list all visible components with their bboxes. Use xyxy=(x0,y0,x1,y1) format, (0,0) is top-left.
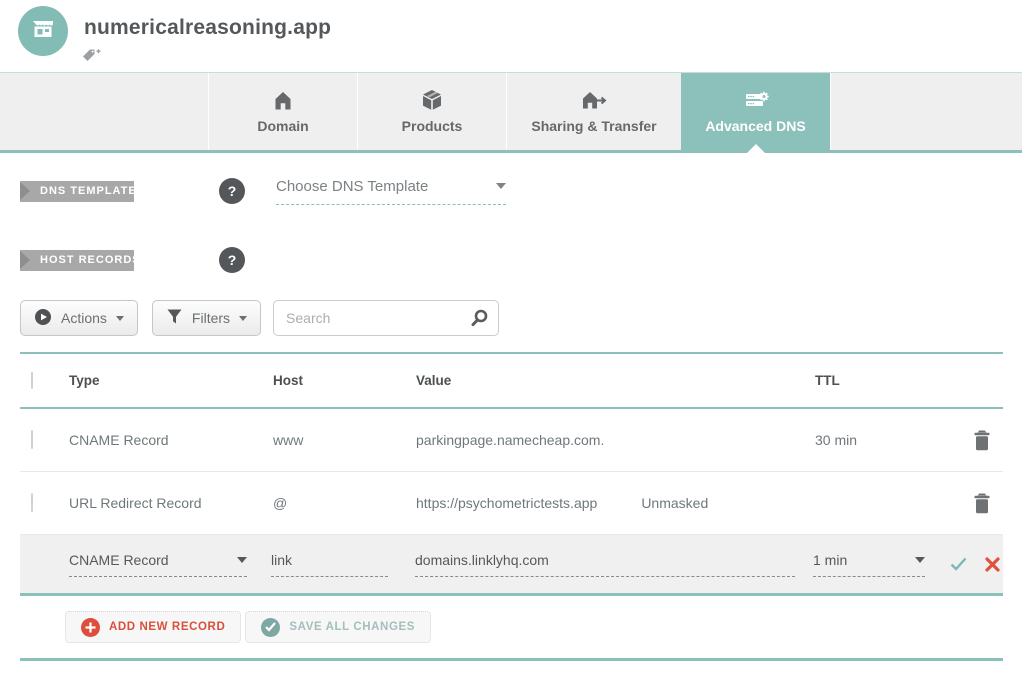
ttl-value: 1 min xyxy=(813,551,848,568)
row-checkbox[interactable] xyxy=(31,493,33,512)
actions-button[interactable]: Actions xyxy=(20,300,138,336)
tab-advanced-dns[interactable]: Advanced DNS xyxy=(681,73,830,153)
transfer-home-icon xyxy=(581,89,607,111)
storefront-icon xyxy=(29,15,57,48)
chevron-down-icon xyxy=(115,315,124,321)
record-type-value: CNAME Record xyxy=(69,551,169,568)
add-new-record-label: ADD NEW RECORD xyxy=(109,621,226,633)
ttl-select[interactable]: 1 min xyxy=(813,552,925,577)
filter-icon xyxy=(166,308,183,328)
actions-label: Actions xyxy=(61,310,107,326)
dns-template-select[interactable]: Choose DNS Template xyxy=(276,178,506,205)
cell-type: URL Redirect Record xyxy=(69,495,202,511)
delete-record-button[interactable] xyxy=(973,429,991,452)
tab-domain[interactable]: Domain xyxy=(208,73,357,150)
row-checkbox[interactable] xyxy=(31,430,33,449)
host-records-table: Type Host Value TTL CNAME Record www par… xyxy=(20,352,1003,596)
cell-value: https://psychometrictests.app xyxy=(416,495,598,511)
column-header-value: Value xyxy=(416,373,452,388)
active-tab-notch xyxy=(746,144,765,153)
content-area: DNS TEMPLATES ? Choose DNS Template HOST… xyxy=(0,176,1022,661)
add-new-record-button[interactable]: ADD NEW RECORD xyxy=(65,611,242,643)
dns-server-icon xyxy=(743,89,769,111)
tab-label: Domain xyxy=(257,118,309,134)
plus-circle-icon xyxy=(81,617,100,637)
tab-spacer xyxy=(0,73,208,150)
column-header-host: Host xyxy=(273,373,303,388)
delete-record-button[interactable] xyxy=(973,492,991,515)
host-records-help-button[interactable]: ? xyxy=(219,247,245,273)
table-row: CNAME Record www parkingpage.namecheap.c… xyxy=(20,409,1003,472)
tab-products[interactable]: Products xyxy=(357,73,506,150)
advanced-dns-page: numericalreasoning.app Domain Products S… xyxy=(0,0,1022,661)
cell-ttl: 30 min xyxy=(815,432,858,448)
record-type-select[interactable]: CNAME Record xyxy=(69,552,247,577)
tab-label: Sharing & Transfer xyxy=(531,118,657,134)
page-title: numericalreasoning.app xyxy=(84,16,332,39)
host-records-toolbar: Actions Filters xyxy=(20,300,1003,336)
dns-templates-section: DNS TEMPLATES ? Choose DNS Template xyxy=(20,176,1003,206)
filters-button[interactable]: Filters xyxy=(151,300,262,336)
save-all-changes-label: SAVE ALL CHANGES xyxy=(289,621,416,633)
chevron-down-icon xyxy=(496,183,506,189)
cell-host: www xyxy=(273,432,304,448)
table-footer: ADD NEW RECORD SAVE ALL CHANGES xyxy=(65,611,1003,643)
avatar xyxy=(18,6,68,56)
search-icon[interactable] xyxy=(470,309,488,327)
dns-templates-ribbon: DNS TEMPLATES xyxy=(20,180,144,202)
domain-header: numericalreasoning.app xyxy=(0,0,1022,72)
add-tag-icon[interactable] xyxy=(82,48,102,66)
tab-label: Advanced DNS xyxy=(705,118,806,134)
value-field[interactable] xyxy=(415,551,795,577)
column-header-ttl: TTL xyxy=(815,373,840,388)
host-input[interactable] xyxy=(271,551,388,568)
cell-type: CNAME Record xyxy=(69,432,169,448)
host-field[interactable] xyxy=(271,551,388,577)
home-icon xyxy=(272,89,294,111)
save-all-changes-button[interactable]: SAVE ALL CHANGES xyxy=(245,611,432,643)
chevron-down-icon xyxy=(237,556,247,563)
tab-bar: Domain Products Sharing & Transfer Advan… xyxy=(0,72,1022,153)
play-circle-icon xyxy=(34,308,52,329)
edit-record-row: CNAME Record 1 min xyxy=(20,535,1003,596)
column-header-type: Type xyxy=(69,373,100,388)
dns-templates-help-button[interactable]: ? xyxy=(219,178,245,204)
chevron-down-icon xyxy=(239,315,248,321)
cancel-record-button[interactable] xyxy=(985,556,1000,572)
cell-host: @ xyxy=(273,495,288,511)
cell-value-extra: Unmasked xyxy=(641,495,709,511)
search-input[interactable] xyxy=(286,310,471,326)
table-header-row: Type Host Value TTL xyxy=(20,352,1003,409)
box-icon xyxy=(421,89,443,111)
search-box xyxy=(273,300,500,336)
filters-label: Filters xyxy=(191,310,231,326)
chevron-down-icon xyxy=(915,556,925,563)
host-records-section: HOST RECORDS ? xyxy=(20,247,1003,273)
host-records-ribbon: HOST RECORDS xyxy=(20,249,140,271)
tab-spacer xyxy=(830,73,1022,150)
bottom-divider xyxy=(20,658,1003,661)
tab-sharing-transfer[interactable]: Sharing & Transfer xyxy=(506,73,681,150)
tab-label: Products xyxy=(401,118,463,134)
select-all-checkbox[interactable] xyxy=(31,371,33,389)
table-row: URL Redirect Record @ https://psychometr… xyxy=(20,472,1003,535)
check-circle-icon xyxy=(261,617,281,637)
dns-template-select-value: Choose DNS Template xyxy=(276,177,429,195)
value-input[interactable] xyxy=(415,551,795,568)
confirm-record-button[interactable] xyxy=(950,557,967,571)
cell-value: parkingpage.namecheap.com. xyxy=(416,432,605,448)
